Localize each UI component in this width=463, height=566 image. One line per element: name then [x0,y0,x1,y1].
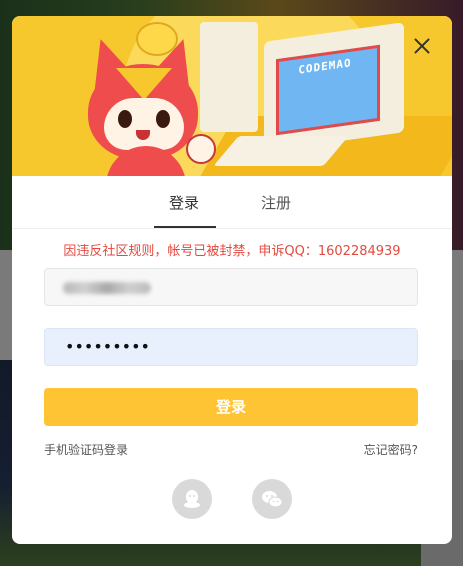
username-value-blurred [63,282,151,294]
login-button[interactable]: 登录 [44,388,418,426]
active-tab-indicator [154,226,216,228]
wechat-icon [262,491,283,508]
tab-register[interactable]: 注册 [261,192,291,213]
banner-illustration: CODEMAO [12,16,452,176]
password-field[interactable]: ••••••••• [44,328,418,366]
password-masked-value: ••••••••• [65,337,150,356]
forgot-password-link[interactable]: 忘记密码? [364,441,418,458]
close-icon[interactable] [410,34,434,58]
auth-tabs: 登录 注册 [12,176,452,229]
ban-error-message: 因违反社区规则，帐号已被封禁，申诉QQ：1602284939 [63,244,401,259]
username-field[interactable] [44,268,418,306]
qq-login-button[interactable] [172,479,212,519]
computer-tower [200,22,258,132]
tab-login[interactable]: 登录 [169,192,199,213]
login-modal: CODEMAO 登录 注册 因违反社区规则，帐号已被封禁，申诉QQ：160228… [12,16,452,544]
qq-icon [184,490,200,508]
sms-login-link[interactable]: 手机验证码登录 [44,441,128,458]
wechat-login-button[interactable] [252,479,292,519]
